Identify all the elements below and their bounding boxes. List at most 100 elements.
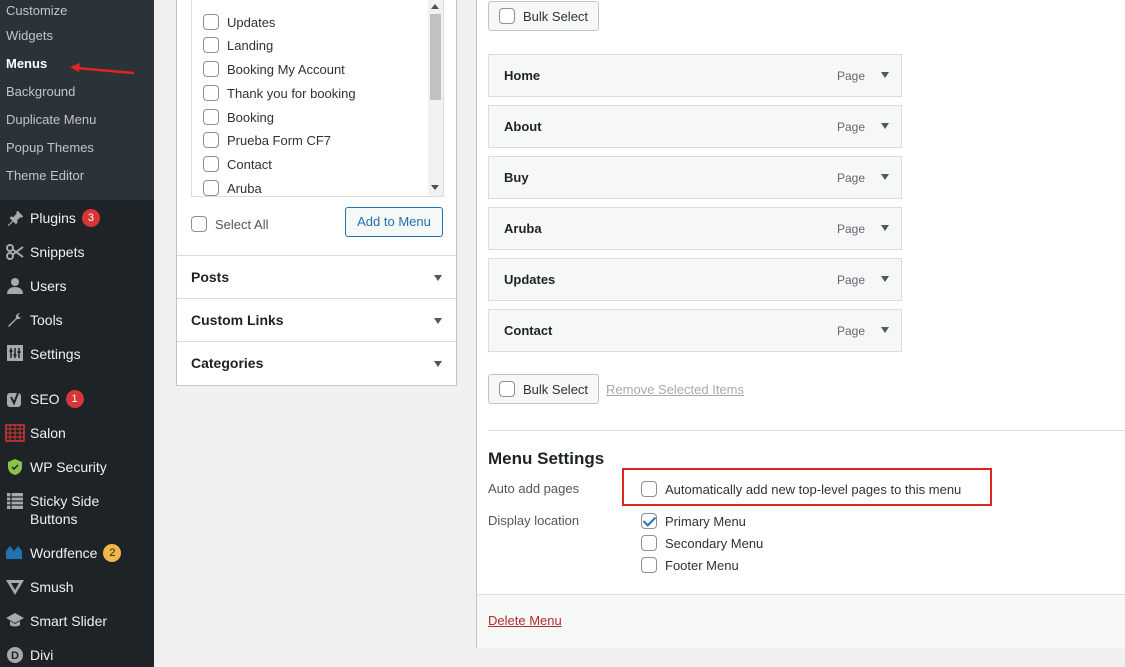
scroll-thumb[interactable] <box>430 14 441 100</box>
wrench-icon <box>0 311 30 329</box>
submenu-widgets[interactable]: Widgets <box>0 24 154 52</box>
checkbox[interactable] <box>203 180 219 196</box>
chevron-down-icon <box>434 275 442 281</box>
sidebar-item-label: Settings <box>30 346 81 362</box>
sidebar-item-label: Smush <box>30 579 74 595</box>
bulk-select-button-bottom[interactable]: Bulk Select <box>488 374 600 404</box>
chevron-down-icon[interactable] <box>881 123 889 129</box>
page-option[interactable]: Landing <box>203 35 273 55</box>
sidebar-item-smart-slider[interactable]: Smart Slider <box>0 612 154 630</box>
sidebar-item-wordfence[interactable]: Wordfence 2 <box>0 544 154 562</box>
checkbox[interactable] <box>203 132 219 148</box>
accordion-posts[interactable]: Posts <box>177 255 456 298</box>
checkbox[interactable] <box>203 85 219 101</box>
page-option-label: Aruba <box>227 180 262 196</box>
menu-item-title: Updates <box>504 272 556 287</box>
sidebar-item-plugins[interactable]: Plugins 3 <box>0 209 154 227</box>
primary-menu-checkbox[interactable] <box>641 513 657 529</box>
select-all-option[interactable]: Select All <box>191 216 268 232</box>
submenu-customize[interactable]: Customize <box>0 0 154 24</box>
bulk-select-checkbox[interactable] <box>499 381 515 397</box>
pages-checklist[interactable]: Updates Landing Booking My Account Thank… <box>191 0 444 197</box>
wordfence-icon <box>0 544 30 560</box>
footer-menu-checkbox[interactable] <box>641 557 657 573</box>
menu-item-card[interactable]: Buy Page <box>488 156 902 199</box>
accordion-title: Posts <box>191 269 230 285</box>
secondary-menu-checkbox[interactable] <box>641 535 657 551</box>
location-footer-menu[interactable]: Footer Menu <box>641 557 739 573</box>
page-option[interactable]: Prueba Form CF7 <box>203 130 331 150</box>
bulk-select-checkbox[interactable] <box>499 8 515 24</box>
remove-selected-items-link[interactable]: Remove Selected Items <box>606 382 744 397</box>
accordion-categories[interactable]: Categories <box>177 341 456 384</box>
calendar-icon <box>0 424 30 442</box>
page-option-label: Landing <box>227 37 274 53</box>
chevron-down-icon[interactable] <box>881 276 889 282</box>
checkbox[interactable] <box>203 109 219 125</box>
submenu-theme-editor[interactable]: Theme Editor <box>0 164 154 192</box>
page-option[interactable]: Contact <box>203 154 272 174</box>
select-all-checkbox[interactable] <box>191 216 207 232</box>
add-menu-items-panel: Updates Landing Booking My Account Thank… <box>176 0 457 386</box>
sidebar-item-users[interactable]: Users <box>0 277 154 295</box>
sidebar-item-label: Users <box>30 278 67 294</box>
annotation-highlight-box <box>622 468 992 506</box>
svg-text:D: D <box>11 650 19 662</box>
menu-item-card[interactable]: Updates Page <box>488 258 902 301</box>
page-option[interactable]: Updates <box>203 12 275 32</box>
sidebar-item-divi[interactable]: D Divi <box>0 646 154 664</box>
scroll-down-arrow-icon[interactable] <box>431 185 439 190</box>
pages-scrollbar[interactable] <box>428 0 443 196</box>
page-option[interactable]: Booking My Account <box>203 59 345 79</box>
bulk-select-label: Bulk Select <box>523 381 589 397</box>
submenu-duplicate-menu[interactable]: Duplicate Menu <box>0 108 154 136</box>
sidebar-item-wp-security[interactable]: WP Security <box>0 458 154 476</box>
auto-add-pages-label: Auto add pages <box>488 481 580 496</box>
sidebar-item-sticky-side-buttons[interactable]: Sticky Side Buttons <box>0 492 154 528</box>
checkbox[interactable] <box>203 14 219 30</box>
menu-item-card[interactable]: Contact Page <box>488 309 902 352</box>
location-secondary-menu[interactable]: Secondary Menu <box>641 535 763 551</box>
sidebar-item-salon[interactable]: Salon <box>0 424 154 442</box>
bulk-select-label: Bulk Select <box>523 8 589 24</box>
add-to-menu-button[interactable]: Add to Menu <box>345 207 443 237</box>
page-option[interactable]: Thank you for booking <box>203 83 356 103</box>
sidebar-item-label: Salon <box>30 425 66 441</box>
page-option[interactable]: Aruba <box>203 178 262 196</box>
submenu-background[interactable]: Background <box>0 80 154 108</box>
delete-menu-link[interactable]: Delete Menu <box>488 613 562 628</box>
menu-footer-bar: Delete Menu <box>477 594 1125 648</box>
page-option[interactable]: Booking <box>203 107 274 127</box>
scroll-up-arrow-icon[interactable] <box>431 4 439 9</box>
accordion-custom-links[interactable]: Custom Links <box>177 298 456 341</box>
menu-item-type: Page <box>836 324 865 338</box>
menu-item-title: Aruba <box>504 221 542 236</box>
chevron-down-icon[interactable] <box>881 327 889 333</box>
menu-item-card[interactable]: About Page <box>488 105 902 148</box>
sidebar-item-label: Snippets <box>30 244 85 260</box>
sidebar-item-tools[interactable]: Tools <box>0 311 154 329</box>
chevron-down-icon[interactable] <box>881 72 889 78</box>
menu-item-card[interactable]: Home Page <box>488 54 902 97</box>
sidebar-item-smush[interactable]: Smush <box>0 578 154 596</box>
sidebar-item-seo[interactable]: SEO 1 <box>0 390 154 410</box>
sidebar-item-label: Divi <box>30 647 54 663</box>
divi-icon: D <box>0 646 30 664</box>
submenu-popup-themes[interactable]: Popup Themes <box>0 136 154 164</box>
snippets-icon <box>0 243 30 261</box>
checkbox[interactable] <box>203 156 219 172</box>
checkbox[interactable] <box>203 37 219 53</box>
menu-item-card[interactable]: Aruba Page <box>488 207 902 250</box>
sidebar-item-snippets[interactable]: Snippets <box>0 243 154 261</box>
page-option-label: Updates <box>227 14 276 30</box>
location-primary-menu[interactable]: Primary Menu <box>641 513 746 529</box>
chevron-down-icon[interactable] <box>881 225 889 231</box>
menu-item-title: Contact <box>504 323 553 338</box>
chevron-down-icon <box>434 318 442 324</box>
menu-item-type: Page <box>836 171 865 185</box>
checkbox[interactable] <box>203 61 219 77</box>
sidebar-item-label: WP Security <box>30 459 107 475</box>
bulk-select-button-top[interactable]: Bulk Select <box>488 1 600 31</box>
sidebar-item-settings[interactable]: Settings <box>0 345 154 363</box>
chevron-down-icon[interactable] <box>881 174 889 180</box>
